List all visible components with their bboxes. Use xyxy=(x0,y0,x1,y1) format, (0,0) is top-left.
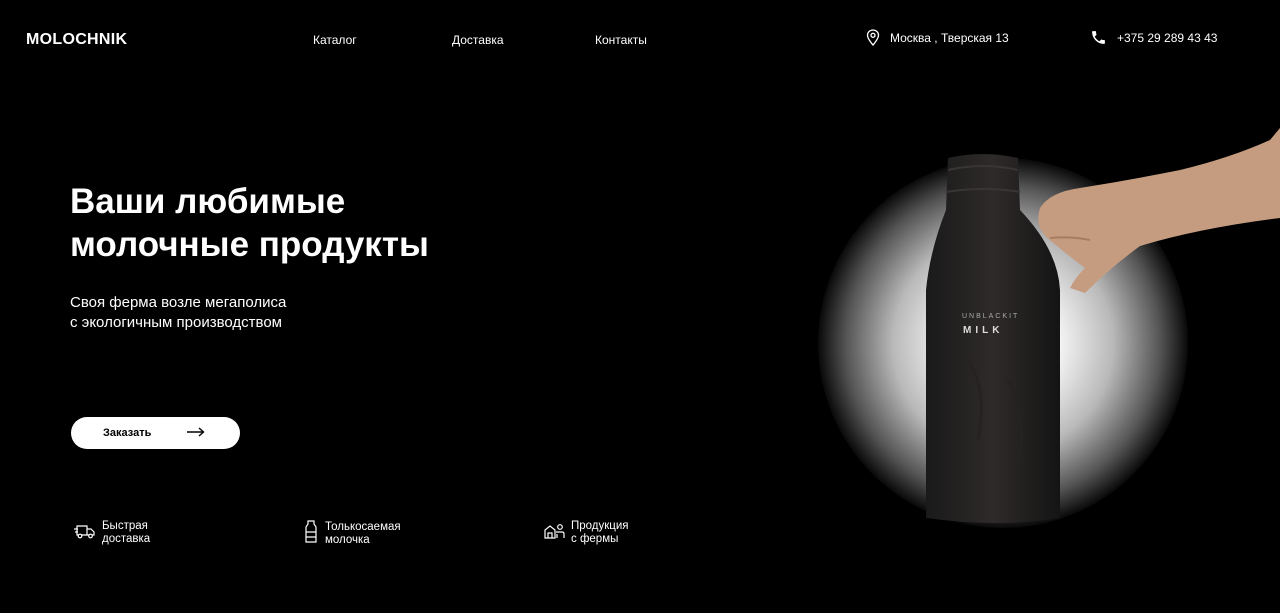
phone-icon xyxy=(1090,29,1107,46)
order-button[interactable]: Заказать xyxy=(71,417,240,449)
milk-bottle-product xyxy=(926,154,1060,523)
site-logo[interactable]: MOLOCHNIK xyxy=(26,31,127,49)
hero-title-line2: молочные продукты xyxy=(70,225,429,264)
header-address[interactable]: Москва , Тверская 13 xyxy=(866,29,1009,46)
feature-line2: с фермы xyxy=(571,533,619,545)
feature-line1: Толькосаемая xyxy=(325,521,401,533)
order-button-label: Заказать xyxy=(103,427,152,439)
hero-subtitle-line2: с экологичным производством xyxy=(70,314,282,331)
address-text: Москва , Тверская 13 xyxy=(890,30,1009,45)
feature-fast-delivery: Быстрая доставка xyxy=(74,520,150,546)
location-pin-icon xyxy=(866,29,880,46)
hero-subtitle: Своя ферма возле мегаполиса с экологичны… xyxy=(70,293,430,333)
feature-line1: Быстрая xyxy=(102,520,148,532)
feature-line2: молочка xyxy=(325,534,370,546)
feature-fresh-milk: Толькосаемая молочка xyxy=(303,520,401,548)
hero-subtitle-line1: Своя ферма возле мегаполиса xyxy=(70,294,287,311)
hero-title-line1: Ваши любимые xyxy=(70,182,346,221)
arrow-right-icon xyxy=(187,424,205,442)
feature-line2: доставка xyxy=(102,533,151,545)
hero-title: Ваши любимые молочные продукты xyxy=(70,180,590,266)
phone-number: +375 29 289 43 43 xyxy=(1117,30,1218,45)
nav-link-catalog[interactable]: Каталог xyxy=(313,33,357,47)
bottle-label-brand: UNBLACKIT xyxy=(962,313,1020,320)
feature-line1: Продукция xyxy=(571,520,629,532)
nav-link-contacts[interactable]: Контакты xyxy=(595,33,647,47)
nav-link-delivery[interactable]: Доставка xyxy=(452,33,504,47)
farm-cow-icon xyxy=(543,521,565,545)
feature-farm-products: Продукция с фермы xyxy=(543,520,629,546)
delivery-truck-icon xyxy=(74,522,96,544)
header-phone[interactable]: +375 29 289 43 43 xyxy=(1090,29,1217,46)
milk-bottle-icon xyxy=(303,520,319,548)
bottle-label-product: MILK xyxy=(963,325,1004,336)
